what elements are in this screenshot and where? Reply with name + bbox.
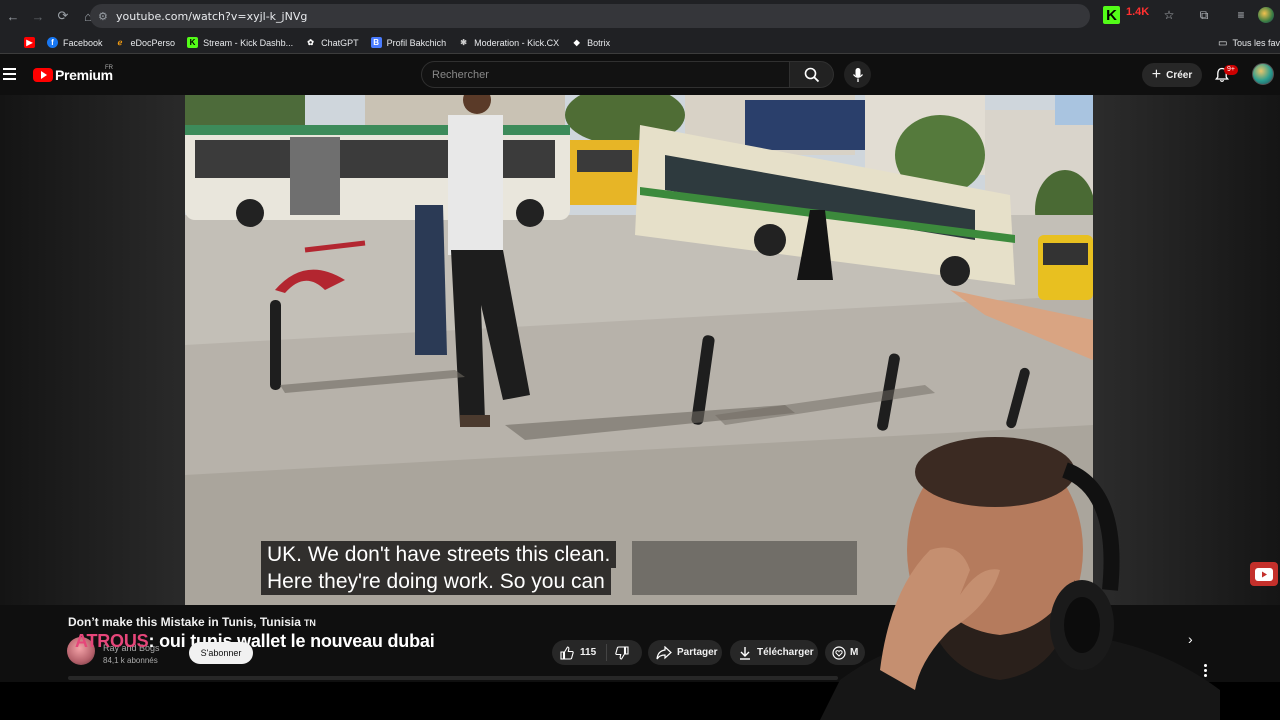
like-count: 115 [580,647,597,658]
bookmark-label: Stream - Kick Dashb... [203,37,294,48]
dislike-button[interactable] [607,645,629,660]
bookmark-chatgpt[interactable]: ✿ ChatGPT [305,37,359,48]
address-bar[interactable]: ⚙ youtube.com/watch?v=xyjl-k_jNVg [90,4,1090,28]
download-label: Télécharger [757,647,814,658]
stream-chat-overlay: ATROUS: oui tunis wallet le nouveau duba… [75,631,435,652]
back-icon[interactable]: ← [1,4,25,28]
youtube-play-icon [33,68,53,82]
bookmark-facebook[interactable]: f Facebook [47,37,103,48]
forward-icon[interactable]: → [26,4,50,28]
kick-extension-icon[interactable]: K [1103,6,1120,24]
notification-badge: 9+ [1224,65,1238,75]
microphone-icon [852,67,863,82]
country-flag: TN [303,618,316,628]
extensions-icon[interactable]: ⧉ [1196,7,1212,23]
create-button[interactable]: + Créer [1142,63,1202,87]
like-dislike-group: 115 [552,640,642,665]
thumbs-down-icon [615,645,629,660]
botrix-icon: ◆ [573,38,580,47]
browser-toolbar: ← → ⟳ ⌂ ⚙ youtube.com/watch?v=xyjl-k_jNV… [0,0,1280,32]
chat-username: ATROUS [75,631,149,651]
region-code: FR [105,65,113,71]
search-input[interactable]: Rechercher [421,61,790,88]
share-icon [656,645,672,659]
bookmark-star-icon[interactable]: ☆ [1161,7,1177,23]
bookmark-youtube[interactable]: ▶ [24,37,35,48]
bookmark-moderation[interactable]: ✱ Moderation - Kick.CX [458,37,559,48]
download-icon [740,646,750,660]
edocperso-icon: ℯ [117,38,123,47]
account-avatar[interactable] [1252,63,1274,85]
all-bookmarks[interactable]: ▭ Tous les fav [1218,32,1280,54]
plus-icon: + [1151,66,1162,83]
channel-subscriber-count: 84,1 k abonnés [103,656,158,665]
share-label: Partager [677,647,718,658]
browser-profile-avatar[interactable] [1258,7,1274,23]
youtube-logo[interactable]: Premium [33,67,113,83]
bookmark-label: eDocPerso [130,37,176,48]
video-title: Don’t make this Mistake in Tunis, Tunisi… [68,615,316,629]
subscribe-label: S'abonner [200,648,242,658]
video-title-text: Don’t make this Mistake in Tunis, Tunisi… [68,615,301,629]
kick-icon: K [187,37,199,48]
bookmark-label: Moderation - Kick.CX [474,37,560,48]
voice-search-button[interactable] [844,61,871,88]
description-box-edge [68,676,838,680]
webcam-image [820,437,1220,720]
video-subtitles: UK. We don't have streets this clean. He… [261,541,617,595]
folder-icon: ▭ [1218,37,1228,49]
search-icon [804,67,819,82]
search-button[interactable] [790,61,834,88]
create-label: Créer [1166,69,1193,81]
bookmark-bakchich[interactable]: B Profil Bakchich [370,37,447,48]
facebook-icon: f [47,37,58,48]
youtube-header: Premium FR Rechercher + Créer 9+ [0,55,1280,95]
bookmark-label: Botrix [587,37,611,48]
subscribe-button[interactable]: S'abonner [189,642,253,664]
streamer-webcam [820,430,1220,720]
bakchich-icon: B [370,37,382,48]
subtitle-line: Here they're doing work. So you can [261,568,611,595]
all-bookmarks-label: Tous les fav [1232,38,1280,48]
bookmark-edocperso[interactable]: ℯ eDocPerso [115,37,176,48]
bookmark-label: Facebook [63,37,103,48]
youtube-play-icon [1255,567,1273,581]
share-button[interactable]: Partager [648,640,722,665]
subtitle-line: UK. We don't have streets this clean. [261,541,617,568]
extension-badge: 1.4K [1126,6,1150,18]
search-placeholder: Rechercher [432,68,489,81]
like-button[interactable]: 115 [552,644,608,661]
youtube-icon: ▶ [24,37,35,48]
site-settings-icon[interactable]: ⚙ [98,10,116,23]
thumbs-up-icon [560,645,574,660]
tab-search-icon[interactable]: ≡ [1233,7,1249,23]
reload-icon[interactable]: ⟳ [51,4,75,28]
bookmark-kick-dashboard[interactable]: K Stream - Kick Dashb... [187,37,293,48]
subscribe-watermark-icon[interactable] [1250,562,1278,586]
url-text: youtube.com/watch?v=xyjl-k_jNVg [116,9,308,23]
moderation-icon: ✱ [460,38,467,47]
chatgpt-icon: ✿ [307,38,314,47]
bookmarks-bar: ▶ f Facebook ℯ eDocPerso K Stream - Kick… [0,32,1280,54]
player-backdrop-left [0,95,185,605]
bookmark-botrix[interactable]: ◆ Botrix [571,37,611,48]
download-button[interactable]: Télécharger [730,640,818,665]
bookmark-label: ChatGPT [321,37,359,48]
bookmark-label: Profil Bakchich [386,37,447,48]
menu-icon[interactable] [3,68,16,80]
